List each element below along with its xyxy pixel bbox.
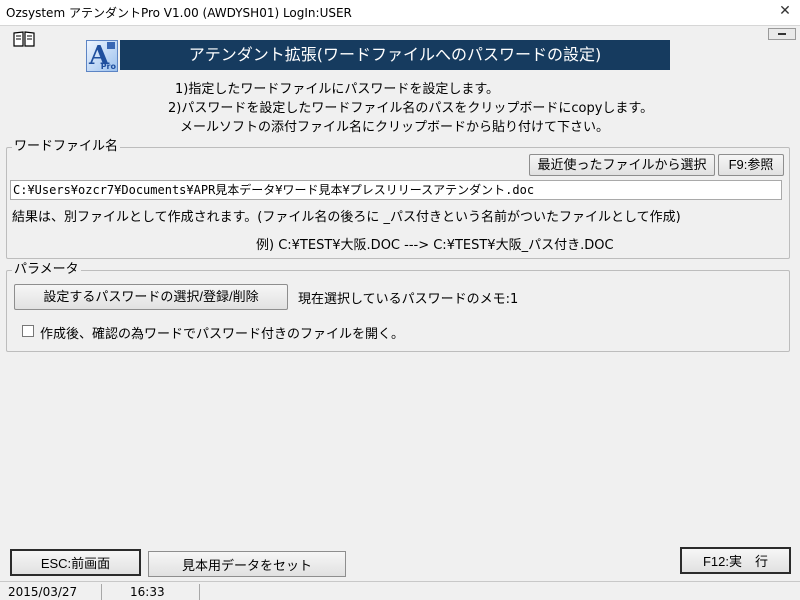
page-title-banner: アテンダント拡張(ワードファイルへのパスワードの設定) — [120, 40, 670, 70]
parameters-group-label: パラメータ — [12, 262, 81, 277]
word-file-path-input[interactable]: C:¥Users¥ozcr7¥Documents¥APR見本データ¥ワード見本¥… — [10, 180, 782, 200]
set-sample-data-button[interactable]: 見本用データをセット — [148, 551, 346, 577]
word-file-group-label: ワードファイル名 — [12, 139, 121, 154]
open-after-create-label: 作成後、確認の為ワードでパスワード付きのファイルを開く。 — [40, 327, 405, 342]
minimize-button[interactable] — [768, 28, 796, 40]
window-titlebar: Ozsystem アテンダントPro V1.00 (AWDYSH01) LogI… — [0, 0, 800, 26]
close-icon[interactable]: ✕ — [776, 2, 794, 20]
browse-button[interactable]: F9:参照 — [718, 154, 784, 176]
window-title: Ozsystem アテンダントPro V1.00 (AWDYSH01) LogI… — [6, 6, 352, 20]
logo-corner-mark — [107, 42, 115, 49]
status-date: 2015/03/27 — [4, 584, 102, 600]
example-text: 例) C:¥TEST¥大阪.DOC ---> C:¥TEST¥大阪_パス付き.D… — [256, 238, 614, 253]
description-line-3: メールソフトの添付ファイル名にクリップボードから貼り付けて下さい。 — [180, 120, 610, 135]
recent-files-button[interactable]: 最近使ったファイルから選択 — [529, 154, 715, 176]
description-line-1: 1)指定したワードファイルにパスワードを設定します。 — [175, 82, 500, 97]
app-logo: A Pro — [86, 40, 118, 72]
esc-back-button[interactable]: ESC:前画面 — [10, 549, 141, 576]
password-select-button[interactable]: 設定するパスワードの選択/登録/削除 — [14, 284, 288, 310]
status-bar: 2015/03/27 16:33 — [0, 581, 800, 600]
run-button[interactable]: F12:実 行 — [680, 547, 791, 574]
book-icon[interactable] — [12, 30, 36, 48]
status-time: 16:33 — [126, 584, 200, 600]
current-password-memo: 現在選択しているパスワードのメモ:1 — [298, 292, 519, 307]
result-note: 結果は、別ファイルとして作成されます。(ファイル名の後ろに _パス付きという名前… — [12, 210, 681, 225]
logo-subtext: Pro — [100, 62, 116, 71]
description-line-2: 2)パスワードを設定したワードファイル名のパスをクリップボードにcopyします。 — [168, 101, 654, 116]
open-after-create-checkbox[interactable] — [22, 325, 34, 337]
